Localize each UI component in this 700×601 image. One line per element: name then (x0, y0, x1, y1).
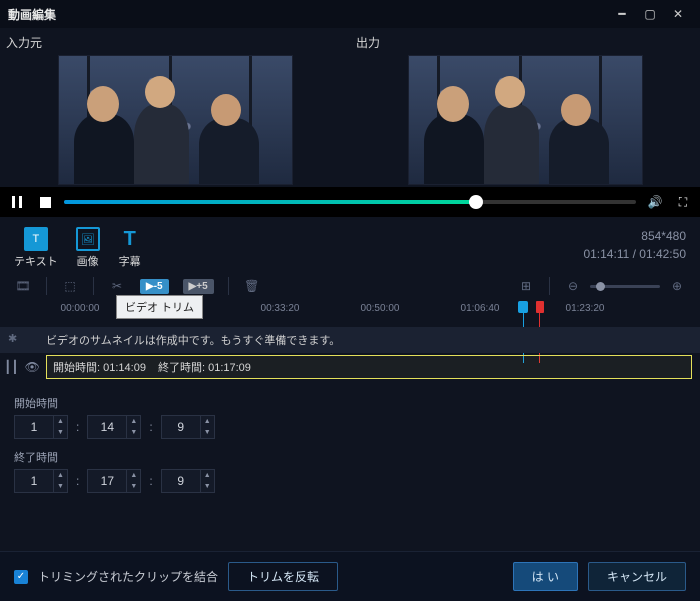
output-preview (408, 55, 643, 185)
input-preview (58, 55, 293, 185)
end-hour-spinner[interactable]: 1▲▼ (14, 469, 68, 493)
thumbnail-loading-message: ビデオのサムネイルは作成中です。もうすぐ準備できます。 (46, 332, 340, 348)
seek-bar[interactable] (64, 200, 636, 204)
fit-icon[interactable]: ⊞ (517, 277, 535, 295)
ruler-label: 01:23:20 (566, 303, 605, 314)
output-preview-label: 出力 (350, 34, 700, 51)
time-editor: 開始時間 1▲▼ : 14▲▼ : 9▲▼ 終了時間 1▲▼ : 17▲▼ : … (0, 381, 700, 497)
player-bar: 🔊 ⛶ (0, 187, 700, 217)
zoom-in-icon[interactable]: ⊕ (668, 277, 686, 295)
yes-button[interactable]: は い (513, 562, 578, 591)
subtitle-icon: T (118, 227, 142, 251)
skip-fwd-5-button[interactable]: ▶+5 (183, 279, 214, 294)
start-sec-spinner[interactable]: 9▲▼ (161, 415, 215, 439)
visibility-icon[interactable]: 👁 (25, 360, 40, 374)
tab-text[interactable]: T テキスト (14, 227, 58, 269)
filmstrip-icon[interactable]: 🎞 (14, 277, 32, 295)
volume-icon[interactable]: 🔊 (646, 193, 664, 211)
combine-clips-checkbox[interactable]: ✓ (14, 570, 28, 584)
delete-icon[interactable]: 🗑 (243, 277, 261, 295)
ruler-label: 00:50:00 (361, 303, 400, 314)
combine-clips-label: トリミングされたクリップを結合 (38, 568, 218, 585)
crop-icon[interactable]: ⬚ (61, 277, 79, 295)
tab-image-label: 画像 (76, 253, 100, 269)
clip-start-label: 開始時間: (53, 362, 100, 374)
end-sec-spinner[interactable]: 9▲▼ (161, 469, 215, 493)
end-time-heading: 終了時間 (14, 449, 686, 465)
pause-button[interactable] (8, 193, 26, 211)
invert-trim-button[interactable]: トリムを反転 (228, 562, 338, 591)
close-button[interactable]: ✕ (664, 4, 692, 24)
seek-knob[interactable] (469, 195, 483, 209)
tab-text-label: テキスト (14, 253, 58, 269)
text-icon: T (24, 227, 48, 251)
timeline-ruler[interactable]: 00:00:00 00:16:40 00:33:20 00:50:00 01:0… (0, 299, 700, 327)
tab-subtitle[interactable]: T 字幕 (118, 227, 142, 269)
start-min-spinner[interactable]: 14▲▼ (87, 415, 141, 439)
tab-subtitle-label: 字幕 (118, 253, 142, 269)
end-min-spinner[interactable]: 17▲▼ (87, 469, 141, 493)
time-progress-text: 01:14:11 / 01:42:50 (583, 245, 686, 263)
image-icon: 🖼 (76, 227, 100, 251)
zoom-slider[interactable] (590, 285, 660, 288)
input-preview-label: 入力元 (0, 34, 350, 51)
trim-tooltip: ビデオ トリム (116, 295, 203, 319)
playhead-start-marker[interactable] (518, 301, 528, 313)
skip-back-5-button[interactable]: ▶-5 (140, 279, 169, 294)
cancel-button[interactable]: キャンセル (588, 562, 686, 591)
clip-end-label: 終了時間: (158, 362, 205, 374)
title-bar: 動画編集 ━ ▢ ✕ (0, 0, 700, 28)
footer: ✓ トリミングされたクリップを結合 トリムを反転 は い キャンセル (0, 551, 700, 601)
resolution-text: 854*480 (583, 227, 686, 245)
ruler-label: 00:00:00 (61, 303, 100, 314)
cut-icon[interactable]: ✂ (108, 277, 126, 295)
start-time-heading: 開始時間 (14, 395, 686, 411)
window-title: 動画編集 (8, 6, 56, 23)
video-info: 854*480 01:14:11 / 01:42:50 (583, 227, 686, 263)
thumbnail-strip-icon: ✱ (8, 332, 17, 345)
thumbnail-strip: ✱ ビデオのサムネイルは作成中です。もうすぐ準備できます。 (0, 327, 700, 353)
clip-selection[interactable]: 開始時間: 01:14:09 終了時間: 01:17:09 (46, 355, 692, 379)
ruler-label: 00:33:20 (261, 303, 300, 314)
fullscreen-icon[interactable]: ⛶ (674, 193, 692, 211)
clip-start-value: 01:14:09 (103, 362, 146, 374)
up-arrow-icon: ▲ (54, 416, 67, 427)
maximize-button[interactable]: ▢ (636, 4, 664, 24)
ruler-label: 01:06:40 (461, 303, 500, 314)
trim-handles-icon[interactable]: ┃┃ (4, 360, 18, 374)
zoom-out-icon[interactable]: ⊖ (564, 277, 582, 295)
playhead-end-marker[interactable] (536, 301, 544, 313)
clip-row: ┃┃ 👁 開始時間: 01:14:09 終了時間: 01:17:09 (0, 353, 700, 381)
preview-row: 入力元 出力 (0, 28, 700, 187)
minimize-button[interactable]: ━ (608, 4, 636, 24)
start-hour-spinner[interactable]: 1▲▼ (14, 415, 68, 439)
clip-end-value: 01:17:09 (208, 362, 251, 374)
tab-image[interactable]: 🖼 画像 (76, 227, 100, 269)
tool-row: 🎞 ⬚ ✂ ▶-5 ▶+5 🗑 ビデオ トリム ⊞ ⊖ ⊕ (0, 273, 700, 299)
tabs-row: T テキスト 🖼 画像 T 字幕 854*480 01:14:11 / 01:4… (0, 217, 700, 273)
down-arrow-icon: ▼ (54, 427, 67, 438)
zoom-knob[interactable] (596, 282, 605, 291)
stop-button[interactable] (36, 193, 54, 211)
